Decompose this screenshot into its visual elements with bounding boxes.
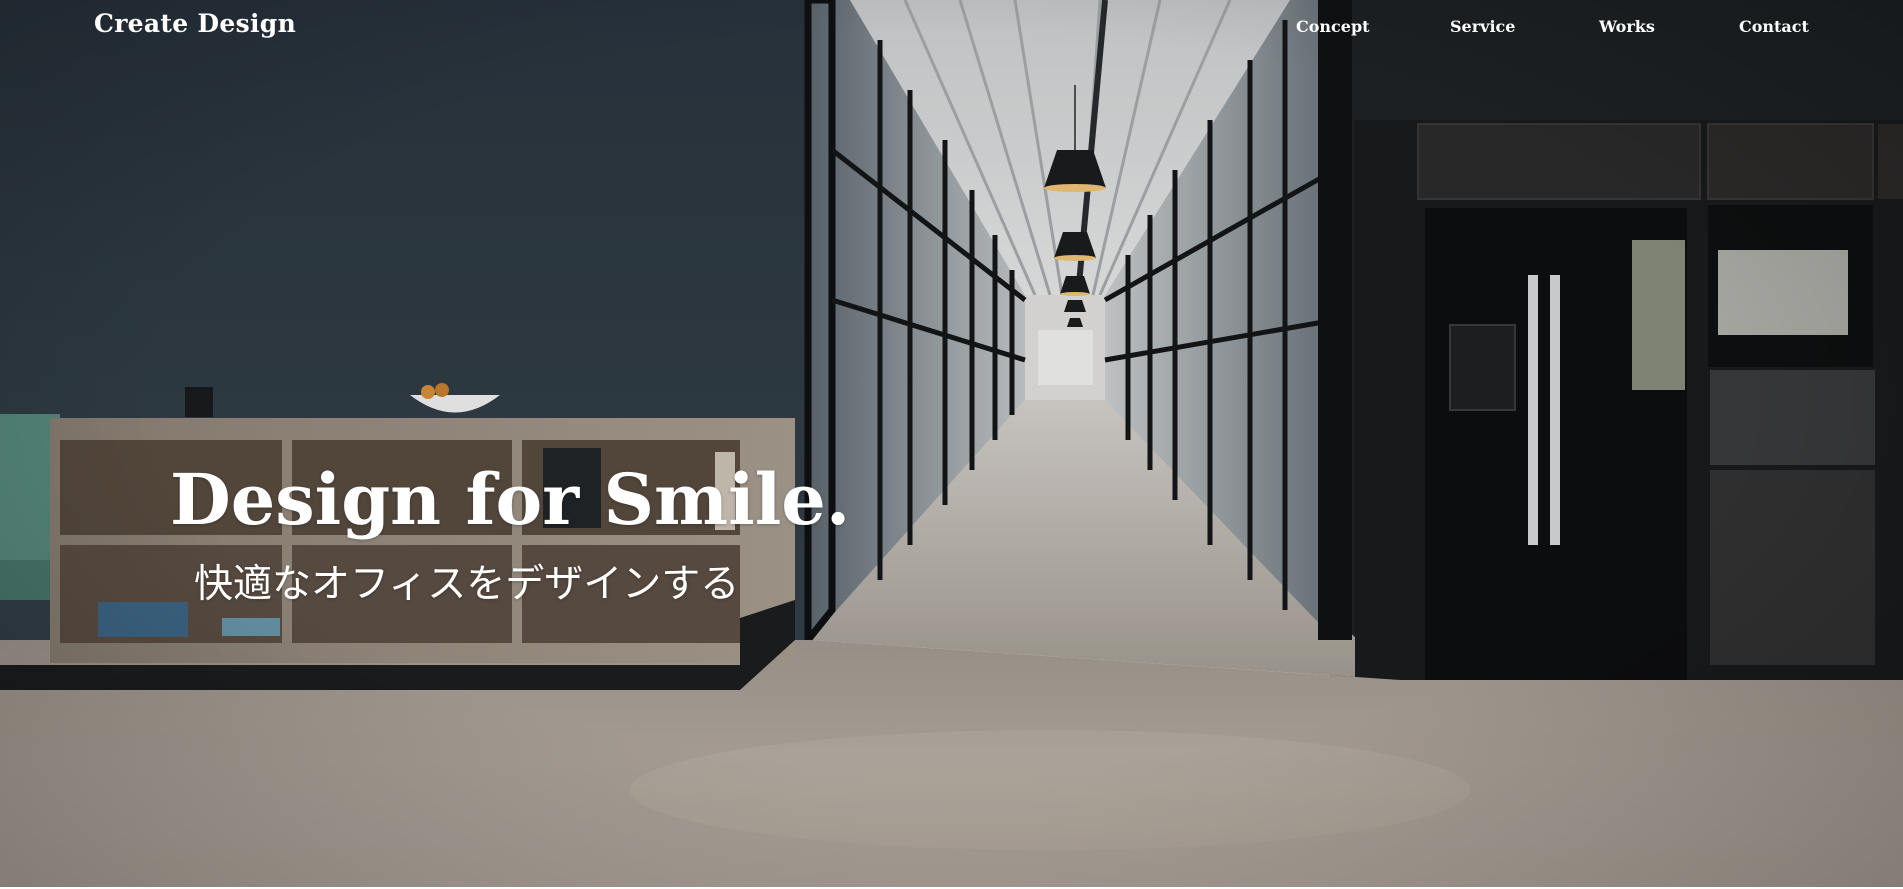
hero-background-photo [0,0,1903,889]
nav-link-works[interactable]: Works [1599,17,1655,36]
nav-link-contact[interactable]: Contact [1739,17,1809,36]
hero-subtitle: 快適なオフィスをデザインする [194,562,740,607]
main-nav: Concept Service Works Contact [0,17,1903,41]
hero-section: Create Design Concept Service Works Cont… [0,0,1903,889]
hero-title: Design for Smile. [170,458,851,541]
site-header: Create Design Concept Service Works Cont… [0,0,1903,54]
nav-link-service[interactable]: Service [1450,17,1515,36]
nav-link-concept[interactable]: Concept [1296,17,1370,36]
